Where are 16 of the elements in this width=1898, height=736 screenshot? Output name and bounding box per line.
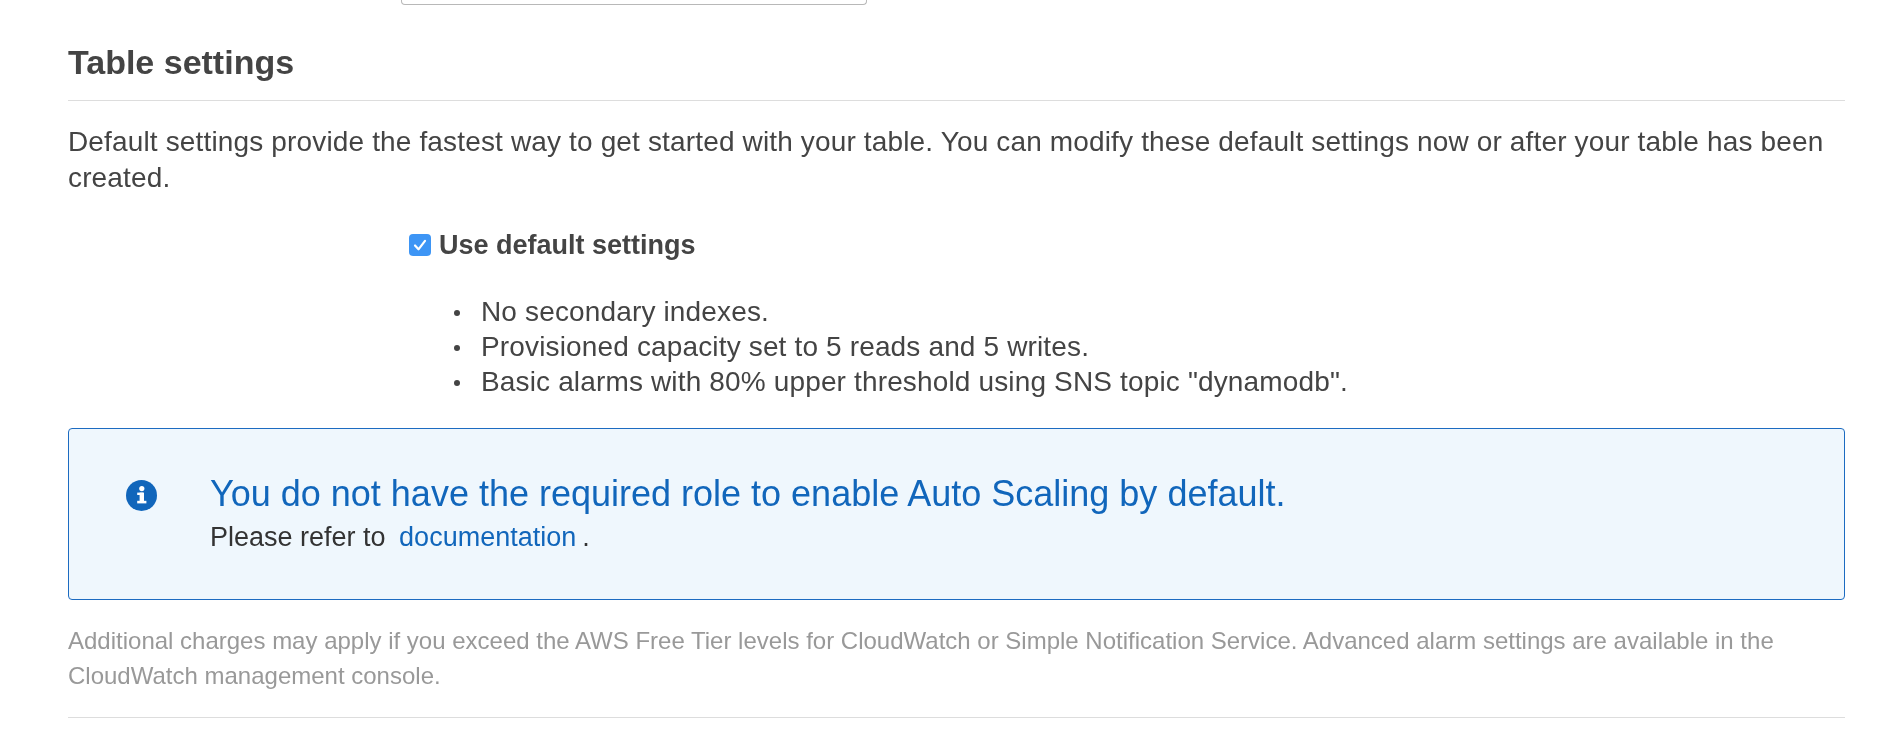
checkbox-label[interactable]: Use default settings <box>439 230 696 261</box>
list-item-text: No secondary indexes. <box>481 295 769 330</box>
list-item-text: Basic alarms with 80% upper threshold using SNS topic "dynamodb". <box>481 365 1348 400</box>
list-item-text: Provisioned capacity set to 5 reads and 5 writes. <box>481 330 1090 365</box>
section-title: Table settings <box>68 42 296 82</box>
section-description: Default settings provide the fastest way to get started with your table. You can modify these default settings now or after your table has been created. <box>68 125 1825 195</box>
bullet-icon <box>454 380 460 387</box>
checkbox[interactable] <box>409 234 431 257</box>
footnote-text: Additional charges may apply if you exceed the AWS Free Tier levels for CloudWatch or Simple Notification Service. Advanced alarm settings are available in the CloudWatch management console. <box>68 625 1775 691</box>
alert-text: Please refer to documentation . <box>210 521 591 554</box>
bullet-icon <box>454 310 460 317</box>
documentation-link[interactable]: documentation <box>399 522 577 553</box>
alert-title: You do not have the required role to enable Auto Scaling by default. <box>210 474 1286 515</box>
info-icon <box>126 480 157 512</box>
bullet-icon <box>454 345 460 352</box>
input-field[interactable] <box>401 0 867 5</box>
